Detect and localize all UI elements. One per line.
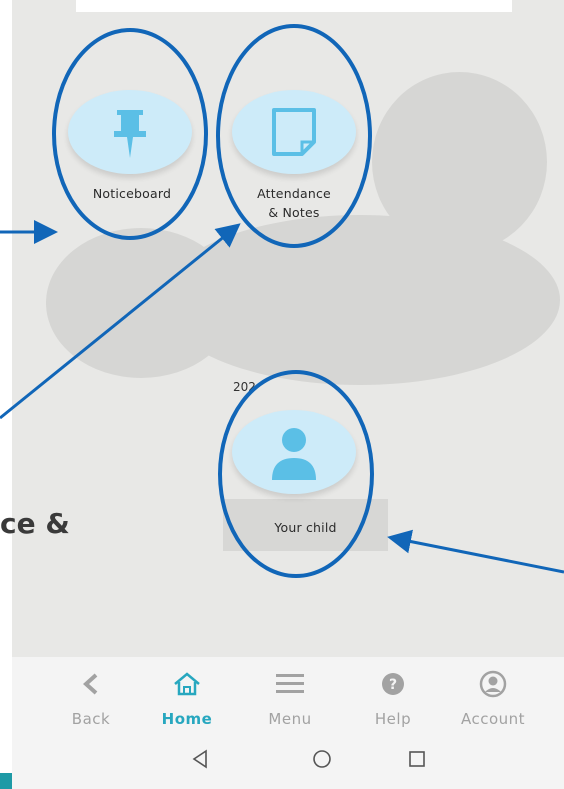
back-triangle-icon[interactable] [180,744,220,774]
teal-corner-accent [0,773,12,789]
hamburger-icon [245,669,335,699]
arrow-to-your-child [387,529,564,574]
home-icon [142,669,232,699]
account-icon [448,669,538,699]
nav-home-label: Home [161,710,213,728]
chevron-left-icon [46,669,136,699]
bottom-nav: Back Home Menu ? Help Account [12,657,564,734]
nav-menu[interactable]: Menu [245,657,335,734]
system-nav-bar [12,734,564,789]
nav-account[interactable]: Account [448,657,538,734]
nav-back[interactable]: Back [46,657,136,734]
nav-help[interactable]: ? Help [348,657,438,734]
help-icon: ? [348,669,438,699]
recents-square-icon[interactable] [397,744,437,774]
home-circle-icon[interactable] [302,744,342,774]
nav-back-label: Back [71,710,111,728]
nav-home[interactable]: Home [142,657,232,734]
nav-account-label: Account [460,710,526,728]
nav-menu-label: Menu [268,710,312,728]
side-caption-fragment: ce & [0,507,70,540]
svg-text:?: ? [389,677,397,693]
arrow-to-attendance [0,223,241,420]
nav-help-label: Help [374,710,412,728]
